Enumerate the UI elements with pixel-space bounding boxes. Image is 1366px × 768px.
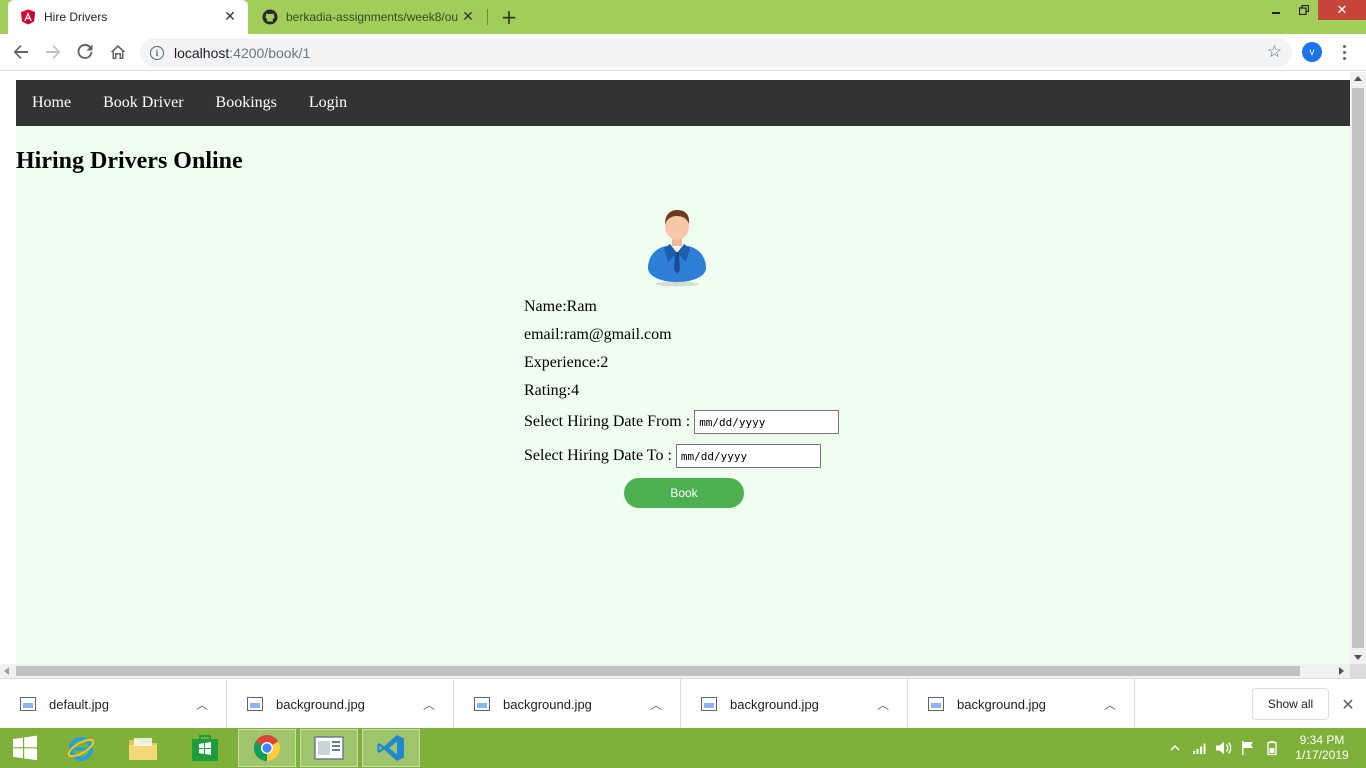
image-file-icon — [928, 697, 944, 711]
driver-name: Name:Ram — [524, 298, 597, 315]
close-icon[interactable]: ✕ — [458, 7, 478, 27]
info-icon[interactable]: i — [150, 45, 164, 60]
address-bar[interactable]: i localhost:4200/book/1 ☆ — [140, 38, 1292, 67]
nav-book-driver[interactable]: Book Driver — [87, 80, 199, 126]
angular-icon — [20, 9, 36, 25]
download-item[interactable]: default.jpg ︿ — [0, 679, 227, 729]
nav-login[interactable]: Login — [293, 80, 363, 126]
download-shelf: default.jpg ︿ background.jpg ︿ backgroun… — [0, 678, 1366, 729]
restore-icon[interactable] — [1290, 0, 1318, 20]
close-icon[interactable]: ✕ — [1338, 694, 1358, 714]
chevron-up-icon[interactable]: ︿ — [646, 696, 666, 713]
driver-email: email:ram@gmail.com — [524, 326, 672, 343]
vertical-scrollbar[interactable] — [1350, 72, 1366, 664]
download-filename: default.jpg — [49, 696, 109, 712]
chevron-up-icon[interactable]: ︿ — [1100, 696, 1120, 713]
download-item[interactable]: background.jpg ︿ — [454, 679, 681, 729]
scroll-right-icon[interactable] — [1339, 667, 1344, 675]
clock-date: 1/17/2019 — [1295, 748, 1349, 762]
chevron-up-icon[interactable]: ︿ — [192, 696, 212, 713]
date-from-input[interactable]: mm/dd/yyyy — [694, 410, 840, 434]
volume-icon[interactable] — [1215, 728, 1233, 768]
browser-toolbar: i localhost:4200/book/1 ☆ v — [0, 34, 1366, 71]
driver-avatar-icon — [648, 210, 706, 287]
window-close-icon[interactable]: ✕ — [1318, 0, 1366, 20]
page-title: Hiring Drivers Online — [16, 148, 243, 174]
network-icon[interactable] — [1192, 728, 1208, 768]
internet-explorer-icon[interactable] — [52, 729, 110, 767]
date-to-row: Select Hiring Date To : mm/dd/yyyy — [524, 444, 821, 468]
download-item[interactable]: background.jpg ︿ — [227, 679, 454, 729]
reload-icon[interactable] — [73, 40, 97, 64]
back-icon[interactable] — [9, 40, 33, 64]
image-file-icon — [20, 697, 36, 711]
scrollbar-thumb[interactable] — [16, 666, 1300, 676]
clock-time: 9:34 PM — [1299, 733, 1345, 747]
vscode-icon[interactable] — [362, 729, 420, 767]
image-file-icon — [701, 697, 717, 711]
book-button[interactable]: Book — [624, 478, 744, 508]
page-content: Home Book Driver Bookings Login Hiring D… — [16, 80, 1350, 664]
download-item[interactable]: background.jpg ︿ — [908, 679, 1135, 729]
date-from-row: Select Hiring Date From : mm/dd/yyyy — [524, 410, 840, 434]
download-filename: background.jpg — [730, 696, 819, 712]
tab-title: Hire Drivers — [44, 10, 108, 24]
profile-avatar[interactable]: v — [1302, 42, 1322, 62]
close-icon[interactable]: ✕ — [220, 7, 240, 27]
scroll-corner — [1350, 664, 1366, 678]
scroll-down-icon[interactable] — [1354, 655, 1362, 660]
scroll-up-icon[interactable] — [1354, 76, 1362, 81]
download-filename: background.jpg — [503, 696, 592, 712]
chrome-icon[interactable] — [238, 729, 296, 767]
date-to-label: Select Hiring Date To : — [524, 447, 672, 464]
github-icon — [262, 9, 278, 25]
bookmark-star-icon[interactable]: ☆ — [1267, 43, 1282, 61]
image-file-icon — [247, 697, 263, 711]
image-file-icon — [474, 697, 490, 711]
download-filename: background.jpg — [276, 696, 365, 712]
scrollbar-thumb[interactable] — [1352, 88, 1364, 648]
chevron-up-icon[interactable]: ︿ — [873, 696, 893, 713]
tab-github[interactable]: berkadia-assignments/week8/ou ✕ — [250, 0, 486, 34]
scroll-left-icon[interactable] — [4, 667, 9, 675]
action-center-flag-icon[interactable] — [1240, 728, 1256, 768]
forward-icon[interactable] — [41, 40, 65, 64]
battery-icon[interactable] — [1264, 728, 1280, 768]
nav-bookings[interactable]: Bookings — [200, 80, 293, 126]
page-viewport: Home Book Driver Bookings Login Hiring D… — [0, 72, 1366, 678]
date-to-input[interactable]: mm/dd/yyyy — [675, 444, 821, 468]
menu-icon[interactable] — [1336, 42, 1352, 62]
browser-titlebar: Hire Drivers ✕ berkadia-assignments/week… — [0, 0, 1366, 34]
nav-home[interactable]: Home — [16, 80, 87, 126]
url-text: localhost:4200/book/1 — [174, 44, 311, 61]
site-navbar: Home Book Driver Bookings Login — [16, 80, 1350, 126]
store-icon[interactable] — [176, 729, 234, 767]
driver-experience: Experience:2 — [524, 354, 609, 371]
start-windows-icon[interactable] — [0, 729, 50, 767]
download-filename: background.jpg — [957, 696, 1046, 712]
date-from-label: Select Hiring Date From : — [524, 413, 691, 430]
download-item[interactable]: background.jpg ︿ — [681, 679, 908, 729]
minimize-icon[interactable] — [1262, 0, 1290, 20]
horizontal-scrollbar[interactable] — [0, 664, 1350, 678]
tray-expand-icon[interactable] — [1170, 728, 1180, 768]
tab-title: berkadia-assignments/week8/ou — [286, 10, 458, 24]
tab-separator — [487, 9, 488, 25]
chevron-up-icon[interactable]: ︿ — [419, 696, 439, 713]
home-icon[interactable] — [106, 40, 130, 64]
document-app-icon[interactable] — [300, 729, 358, 767]
windows-taskbar: 9:34 PM 1/17/2019 — [0, 728, 1366, 768]
system-clock[interactable]: 9:34 PM 1/17/2019 — [1290, 733, 1354, 763]
driver-rating: Rating:4 — [524, 382, 580, 399]
tab-hire-drivers[interactable]: Hire Drivers ✕ — [8, 0, 248, 34]
show-all-button[interactable]: Show all — [1252, 688, 1329, 720]
file-explorer-icon[interactable] — [114, 729, 172, 767]
new-tab-icon[interactable]: + — [498, 5, 520, 29]
